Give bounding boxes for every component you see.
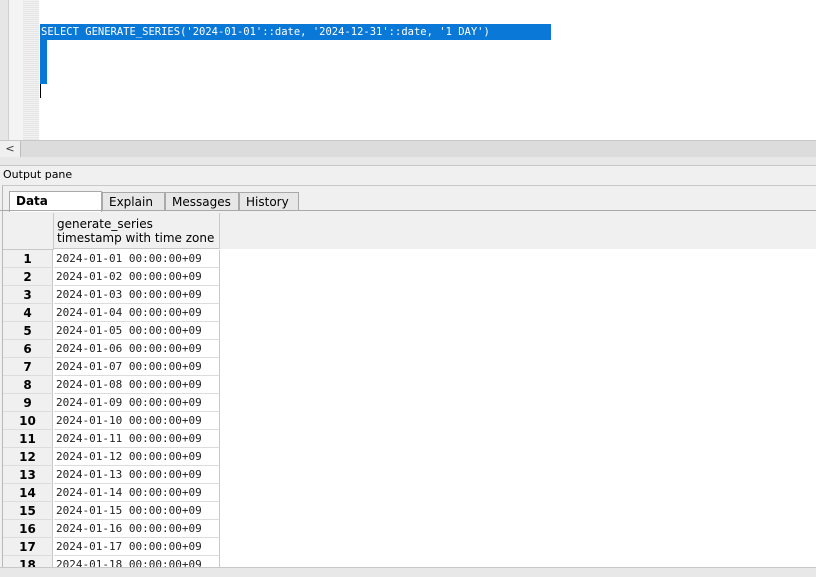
table-cell[interactable]: 2024-01-04 00:00:00+09 (54, 304, 220, 322)
fold-margin (23, 0, 39, 140)
table-row[interactable]: 14 2024-01-14 00:00:00+09 (3, 484, 221, 502)
table-cell[interactable]: 2024-01-13 00:00:00+09 (54, 466, 220, 484)
grid-rows: 1 2024-01-01 00:00:00+09 2 2024-01-02 00:00… (3, 250, 221, 567)
column-name: generate_series (57, 217, 153, 231)
table-row[interactable]: 6 2024-01-06 00:00:00+09 (3, 340, 221, 358)
table-row[interactable]: 10 2024-01-10 00:00:00+09 (3, 412, 221, 430)
table-row[interactable]: 4 2024-01-04 00:00:00+09 (3, 304, 221, 322)
table-cell[interactable]: 2024-01-11 00:00:00+09 (54, 430, 220, 448)
table-row[interactable]: 18 2024-01-18 00:00:00+09 (3, 556, 221, 567)
table-row[interactable]: 8 2024-01-08 00:00:00+09 (3, 376, 221, 394)
table-cell[interactable]: 2024-01-07 00:00:00+09 (54, 358, 220, 376)
row-number[interactable]: 2 (3, 268, 53, 286)
row-number[interactable]: 5 (3, 322, 53, 340)
row-number[interactable]: 7 (3, 358, 53, 376)
table-row[interactable]: 7 2024-01-07 00:00:00+09 (3, 358, 221, 376)
table-row[interactable]: 17 2024-01-17 00:00:00+09 (3, 538, 221, 556)
row-number[interactable]: 9 (3, 394, 53, 412)
row-number[interactable]: 15 (3, 502, 53, 520)
output-pane-title: Output pane (0, 166, 816, 184)
data-grid[interactable]: generate_series timestamp with time zone… (3, 213, 816, 567)
table-row[interactable]: 15 2024-01-15 00:00:00+09 (3, 502, 221, 520)
line-number-gutter (9, 0, 23, 140)
table-cell[interactable]: 2024-01-15 00:00:00+09 (54, 502, 220, 520)
table-cell[interactable]: 2024-01-08 00:00:00+09 (54, 376, 220, 394)
column-type: timestamp with time zone (57, 231, 215, 245)
row-number[interactable]: 4 (3, 304, 53, 322)
row-number[interactable]: 1 (3, 250, 53, 268)
row-number[interactable]: 17 (3, 538, 53, 556)
table-cell[interactable]: 2024-01-03 00:00:00+09 (54, 286, 220, 304)
row-number[interactable]: 18 (3, 556, 53, 567)
table-row[interactable]: 2 2024-01-02 00:00:00+09 (3, 268, 221, 286)
table-row[interactable]: 9 2024-01-09 00:00:00+09 (3, 394, 221, 412)
editor-left-margin (0, 0, 9, 140)
tab-divider (0, 210, 816, 211)
table-cell[interactable]: 2024-01-09 00:00:00+09 (54, 394, 220, 412)
sql-query-text[interactable]: SELECT GENERATE_SERIES('2024-01-01'::dat… (41, 25, 490, 39)
table-row[interactable]: 1 2024-01-01 00:00:00+09 (3, 250, 221, 268)
row-number[interactable]: 13 (3, 466, 53, 484)
editor-horizontal-scrollbar[interactable]: < (0, 140, 816, 157)
table-cell[interactable]: 2024-01-12 00:00:00+09 (54, 448, 220, 466)
row-number[interactable]: 6 (3, 340, 53, 358)
table-row[interactable]: 3 2024-01-03 00:00:00+09 (3, 286, 221, 304)
row-number[interactable]: 3 (3, 286, 53, 304)
table-cell[interactable]: 2024-01-16 00:00:00+09 (54, 520, 220, 538)
table-cell[interactable]: 2024-01-01 00:00:00+09 (54, 250, 220, 268)
column-header-generate-series[interactable]: generate_series timestamp with time zone (54, 213, 220, 249)
row-number[interactable]: 10 (3, 412, 53, 430)
table-row[interactable]: 16 2024-01-16 00:00:00+09 (3, 520, 221, 538)
table-cell[interactable]: 2024-01-02 00:00:00+09 (54, 268, 220, 286)
table-row[interactable]: 11 2024-01-11 00:00:00+09 (3, 430, 221, 448)
text-cursor (40, 84, 41, 98)
row-number[interactable]: 16 (3, 520, 53, 538)
pane-splitter[interactable] (0, 157, 816, 166)
row-number[interactable]: 12 (3, 448, 53, 466)
table-cell[interactable]: 2024-01-10 00:00:00+09 (54, 412, 220, 430)
tab-data-output[interactable]: Data Output (9, 191, 102, 227)
row-number[interactable]: 14 (3, 484, 53, 502)
scroll-left-arrow-icon[interactable]: < (0, 141, 21, 157)
table-cell[interactable]: 2024-01-17 00:00:00+09 (54, 538, 220, 556)
table-cell[interactable]: 2024-01-14 00:00:00+09 (54, 484, 220, 502)
row-number[interactable]: 11 (3, 430, 53, 448)
row-number[interactable]: 8 (3, 376, 53, 394)
table-row[interactable]: 5 2024-01-05 00:00:00+09 (3, 322, 221, 340)
grid-corner-cell[interactable] (3, 213, 54, 250)
table-cell[interactable]: 2024-01-05 00:00:00+09 (54, 322, 220, 340)
sql-editor[interactable]: SELECT GENERATE_SERIES('2024-01-01'::dat… (0, 0, 816, 140)
table-row[interactable]: 12 2024-01-12 00:00:00+09 (3, 448, 221, 466)
tab-history[interactable]: History (239, 192, 299, 211)
table-cell[interactable]: 2024-01-06 00:00:00+09 (54, 340, 220, 358)
table-row[interactable]: 13 2024-01-13 00:00:00+09 (3, 466, 221, 484)
tab-explain[interactable]: Explain (102, 192, 165, 211)
table-cell[interactable]: 2024-01-18 00:00:00+09 (54, 556, 220, 567)
tab-messages[interactable]: Messages (165, 192, 239, 211)
